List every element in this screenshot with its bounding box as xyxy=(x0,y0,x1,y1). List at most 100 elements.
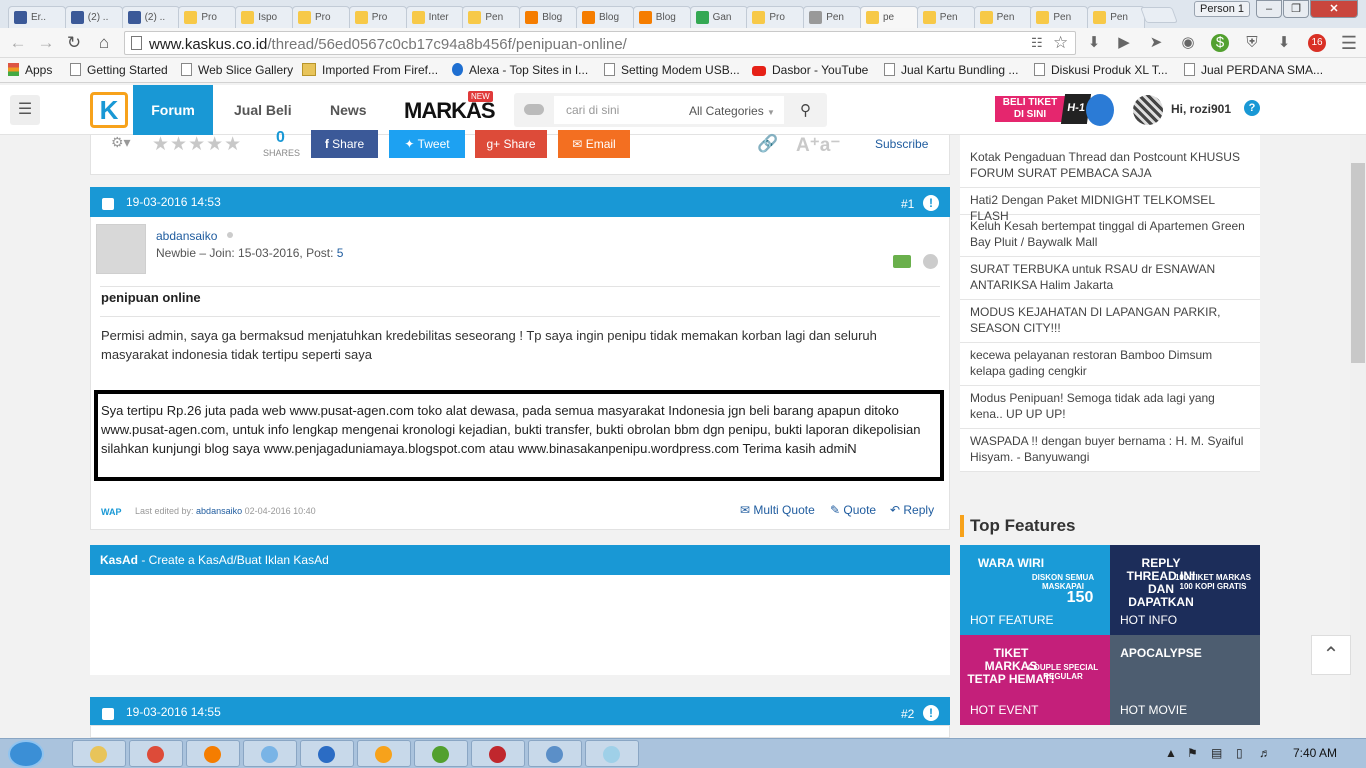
taskbar-button[interactable] xyxy=(300,740,354,767)
bookmark-item[interactable]: Imported From Firef... xyxy=(302,63,438,77)
sidebar-thread-link[interactable]: Modus Penipuan! Semoga tidak ada lagi ya… xyxy=(960,387,1260,429)
message-icon[interactable] xyxy=(893,255,911,268)
post-checkbox[interactable] xyxy=(102,198,114,210)
reload-icon[interactable]: ↻ xyxy=(64,33,84,53)
feature-tile[interactable]: WARA WIRI DISKON SEMUA MASKAPAI 150 HOT FEA… xyxy=(960,545,1110,635)
flag-icon[interactable]: ⚑ xyxy=(1187,746,1198,760)
facebook-share-button[interactable]: f Share xyxy=(311,130,378,158)
back-icon[interactable]: ← xyxy=(8,33,28,53)
browser-tab[interactable]: Inter xyxy=(405,6,464,28)
browser-tab[interactable]: Pen xyxy=(462,6,521,28)
sidebar-thread-link[interactable]: SURAT TERBUKA untuk RSAU dr ESNAWAN ANTA… xyxy=(960,258,1260,300)
promo-banner[interactable]: BELI TIKET DI SINI xyxy=(995,96,1065,122)
nav-forum[interactable]: Forum xyxy=(133,85,213,135)
browser-tab[interactable]: (2) .. xyxy=(121,6,180,28)
taskbar-button[interactable] xyxy=(471,740,525,767)
quote-button[interactable]: ✎ Quote xyxy=(830,503,876,517)
browser-tab[interactable]: Blog xyxy=(632,6,691,28)
sidebar-thread-link[interactable]: MODUS KEJAHATAN DI LAPANGAN PARKIR, SEAS… xyxy=(960,301,1260,343)
browser-tab[interactable]: Pro xyxy=(178,6,237,28)
feature-tile[interactable]: REPLY THREAD INI DAN DAPATKAN 100 TIKET M… xyxy=(1110,545,1260,635)
taskbar-button[interactable] xyxy=(72,740,126,767)
tray-up-icon[interactable]: ▲ xyxy=(1165,746,1177,760)
font-size-control[interactable]: A⁺a⁻ xyxy=(796,134,840,157)
restore-icon[interactable]: ❐ xyxy=(1283,0,1309,18)
browser-tab[interactable]: Pro xyxy=(348,6,407,28)
kaskus-logo[interactable]: K xyxy=(90,92,128,128)
bookmark-item[interactable]: Jual PERDANA SMA... xyxy=(1184,63,1323,77)
subscribe-link[interactable]: Subscribe xyxy=(875,137,928,151)
browser-tab[interactable]: Pen xyxy=(1030,6,1089,28)
address-bar[interactable]: www.kaskus.co.id/thread/56ed0567c0cb17c9… xyxy=(124,31,1076,55)
bookmark-item[interactable]: Jual Kartu Bundling ... xyxy=(884,63,1018,77)
reply-button[interactable]: ↶ Reply xyxy=(890,503,934,517)
hamburger-menu-icon[interactable]: ☰ xyxy=(10,95,40,125)
search-icon[interactable]: ⚲ xyxy=(800,101,811,119)
sidebar-thread-link[interactable]: WASPADA !! dengan buyer bernama : H. M. … xyxy=(960,430,1260,472)
nav-jual-beli[interactable]: Jual Beli xyxy=(234,102,292,118)
sidebar-thread-link[interactable]: Kotak Pengaduan Thread dan Postcount KHU… xyxy=(960,146,1260,188)
help-icon[interactable]: ? xyxy=(1244,100,1260,116)
browser-tab[interactable]: Blog xyxy=(519,6,578,28)
taskbar-button[interactable] xyxy=(243,740,297,767)
user-avatar[interactable] xyxy=(96,224,146,274)
user-greeting[interactable]: Hi, rozi901 xyxy=(1171,102,1231,116)
post-checkbox[interactable] xyxy=(102,708,114,720)
shield-icon[interactable]: ⛨ xyxy=(1243,34,1261,52)
browser-tab[interactable]: Pen xyxy=(803,6,862,28)
sidebar-thread-link[interactable]: Hati2 Dengan Paket MIDNIGHT TELKOMSEL FL… xyxy=(960,189,1260,223)
post-number[interactable]: #1 xyxy=(901,197,914,211)
scrollbar-thumb[interactable] xyxy=(1351,163,1365,363)
multi-quote-button[interactable]: ✉ Multi Quote xyxy=(740,503,815,517)
close-window-icon[interactable]: ✕ xyxy=(1310,0,1358,18)
bookmark-item[interactable]: Setting Modem USB... xyxy=(604,63,740,77)
feature-tile[interactable]: APOCALYPSE HOT MOVIE xyxy=(1110,635,1260,725)
share-icon[interactable]: ➤ xyxy=(1147,34,1165,52)
start-button[interactable] xyxy=(8,740,44,768)
bookmark-item[interactable]: Diskusi Produk XL T... xyxy=(1034,63,1168,77)
taskbar-button[interactable] xyxy=(186,740,240,767)
report-icon[interactable]: ! xyxy=(923,705,939,721)
translate-icon[interactable]: ☷ xyxy=(1031,35,1043,51)
badge-extension-icon[interactable]: 16 xyxy=(1308,34,1326,52)
network-icon[interactable]: ▤ xyxy=(1211,746,1222,760)
browser-tab[interactable]: Pen xyxy=(916,6,975,28)
bookmark-item[interactable]: Web Slice Gallery xyxy=(181,63,293,77)
download-icon[interactable]: ⬇ xyxy=(1085,34,1103,52)
sidebar-thread-link[interactable]: Keluh Kesah bertempat tinggal di Apartem… xyxy=(960,215,1260,257)
bookmark-star-icon[interactable]: ☆ xyxy=(1053,33,1068,53)
browser-tab[interactable]: pe xyxy=(860,6,918,28)
home-icon[interactable]: ⌂ xyxy=(94,33,114,53)
bookmark-item[interactable]: Alexa - Top Sites in I... xyxy=(452,63,588,77)
report-icon[interactable]: ! xyxy=(923,195,939,211)
extension-icon[interactable]: ◉ xyxy=(1179,34,1197,52)
taskbar-button[interactable] xyxy=(129,740,183,767)
more-icon[interactable] xyxy=(923,254,938,269)
minimize-icon[interactable]: – xyxy=(1256,0,1282,18)
new-tab-button[interactable] xyxy=(1140,7,1178,23)
edited-user[interactable]: abdansaiko xyxy=(196,506,242,516)
google-share-button[interactable]: g+ Share xyxy=(475,130,547,158)
rating-stars[interactable]: ★★★★★ xyxy=(152,133,242,156)
bookmark-item[interactable]: Apps xyxy=(8,63,52,77)
avatar[interactable] xyxy=(1133,95,1163,125)
clock[interactable]: 7:40 AM xyxy=(1293,746,1337,760)
post-username[interactable]: abdansaiko xyxy=(156,229,217,243)
dollar-extension-icon[interactable]: $ xyxy=(1211,34,1229,52)
browser-tab[interactable]: Ispo xyxy=(235,6,294,28)
taskbar-button[interactable] xyxy=(414,740,468,767)
feature-tile[interactable]: TIKET MARKAS TETAP HEMAT! COUPLE SPECIAL … xyxy=(960,635,1110,725)
category-select[interactable]: All Categories ▼ xyxy=(689,104,775,118)
browser-tab[interactable]: Pen xyxy=(973,6,1032,28)
browser-tab[interactable]: Pen xyxy=(1087,6,1146,28)
browser-tab[interactable]: Blog xyxy=(576,6,634,28)
nav-news[interactable]: News xyxy=(330,102,367,118)
browser-tab[interactable]: Pro xyxy=(292,6,350,28)
bookmark-item[interactable]: Getting Started xyxy=(70,63,168,77)
kasad-bar[interactable]: KasAd - Create a KasAd/Buat Iklan KasAd xyxy=(90,545,950,575)
profile-button[interactable]: Person 1 xyxy=(1194,1,1250,17)
sidebar-thread-link[interactable]: kecewa pelayanan restoran Bamboo Dimsum … xyxy=(960,344,1260,386)
browser-tab[interactable]: Er.. xyxy=(8,6,66,28)
forward-icon[interactable]: → xyxy=(36,33,56,53)
email-button[interactable]: ✉ Email xyxy=(558,130,630,158)
